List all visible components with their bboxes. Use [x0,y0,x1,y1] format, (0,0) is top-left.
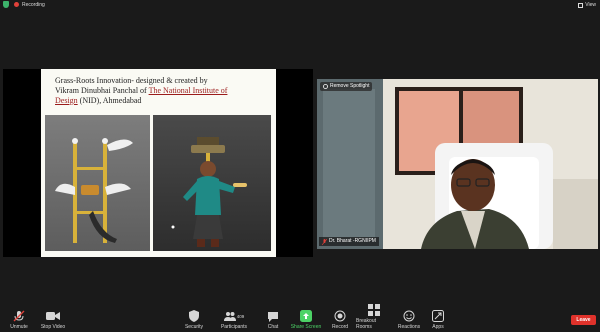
stop-video-label: Stop Video [40,324,66,330]
apps-label: Apps [432,324,444,330]
leave-meeting-button[interactable]: Leave [571,315,596,325]
spotlight-video-tile[interactable]: Remove Spotlight Dr. Bharat -RGNIIPM [317,79,598,249]
view-label: View [585,2,596,8]
unmute-label: Unmute [10,324,28,330]
record-button[interactable]: Record [328,305,352,332]
recording-label[interactable]: Recording [22,1,45,9]
participant-name: Dr. Bharat -RGNIIPM [329,238,376,244]
chat-bubble-icon [268,311,278,322]
slide-title-line-3-suffix: (NID), Ahmedabad [77,96,142,105]
slide-title: Grass-Roots Innovation- designed & creat… [55,76,270,106]
participants-button[interactable]: 409 Participants [219,305,249,332]
recording-icon [14,2,19,7]
slide-design-link[interactable]: Design [55,96,78,105]
slide-title-line-1: Grass-Roots Innovation- designed & creat… [55,76,208,85]
security-button[interactable]: Security [181,305,207,332]
chat-button[interactable]: Chat [263,305,283,332]
shared-screen: Grass-Roots Innovation- designed & creat… [3,69,313,257]
participants-count: 409 [236,313,245,319]
share-screen-icon [300,310,312,322]
reactions-button[interactable]: Reactions [396,305,422,332]
view-button[interactable]: View [578,1,596,9]
share-screen-button[interactable]: Share Screen [290,305,322,332]
mic-muted-icon [322,238,327,245]
presentation-slide: Grass-Roots Innovation- designed & creat… [41,69,276,257]
participant-video-feed [317,79,598,249]
participant-name-tag: Dr. Bharat -RGNIIPM [319,237,379,246]
apps-icon [432,310,444,322]
breakout-rooms-button[interactable]: Breakout Rooms [356,304,392,332]
reactions-smiley-icon [403,310,415,322]
slide-nid-link[interactable]: The National Institute of [149,86,228,95]
slide-title-line-2-prefix: Vikram Dinubhai Panchal of [55,86,149,95]
record-label: Record [331,324,349,330]
reactions-label: Reactions [397,324,421,330]
breakout-rooms-icon [368,304,380,316]
spotlight-icon [323,84,328,89]
slide-title-line-2: Vikram Dinubhai Panchal of The National … [55,86,270,96]
chat-label: Chat [267,324,279,330]
participants-icon [223,312,236,321]
security-label: Security [184,324,204,330]
video-camera-icon [46,312,60,320]
encryption-shield-icon[interactable] [3,1,9,8]
bamboo-frame-illustration [55,138,133,243]
breakout-rooms-label: Breakout Rooms [356,318,377,330]
share-screen-label: Share Screen [290,324,322,330]
meeting-top-bar: Recording View [0,0,600,10]
participants-label: Participants [220,324,248,330]
woman-wearing-device-photo [153,115,271,251]
record-icon [334,310,346,322]
stop-video-button[interactable]: Stop Video [38,305,68,332]
slide-title-line-3: Design (NID), Ahmedabad [55,96,270,106]
security-shield-icon [189,310,199,322]
meeting-controls-toolbar: Unmute Stop Video Security 409 Participa… [0,304,600,332]
innovation-device-photo [45,115,150,251]
woman-illustration [171,137,247,247]
remove-spotlight-button[interactable]: Remove Spotlight [320,82,373,91]
unmute-button[interactable]: Unmute [6,305,32,332]
view-grid-icon [578,2,584,8]
remove-spotlight-label: Remove Spotlight [330,83,370,89]
apps-button[interactable]: Apps [428,305,448,332]
microphone-muted-icon [13,310,25,322]
